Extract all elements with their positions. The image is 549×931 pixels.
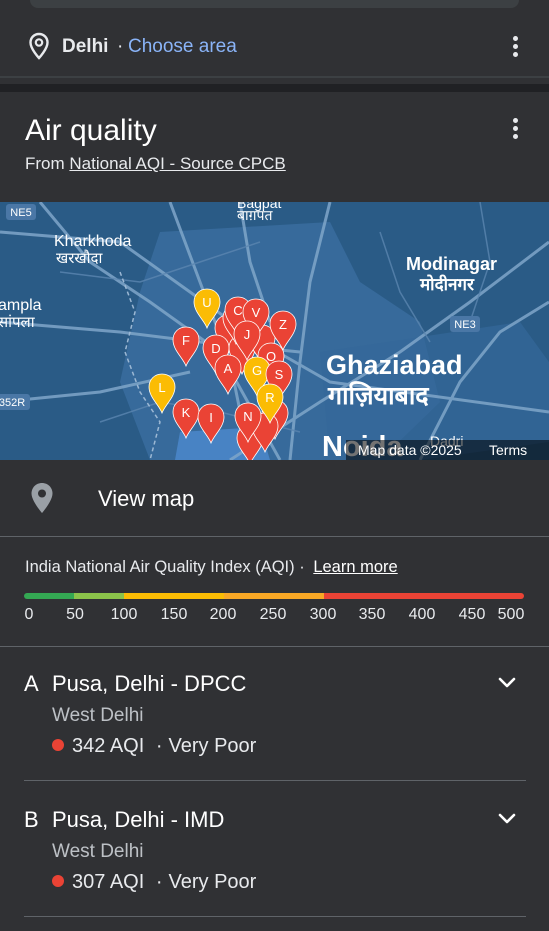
- aqi-tick-label: 350: [358, 606, 386, 623]
- status-separator: ·: [155, 735, 163, 757]
- map-label-kharkhoda-hi: खरखौदा: [56, 249, 104, 267]
- marker-letter: V: [252, 305, 261, 320]
- learn-more-link[interactable]: Learn more: [313, 558, 397, 576]
- map-label-kharkhoda: Kharkhoda: [54, 233, 131, 250]
- section-gap: [0, 84, 549, 92]
- scale-segment-good: [24, 593, 74, 599]
- card-title: Air quality: [25, 114, 157, 147]
- marker-letter: Z: [279, 317, 287, 332]
- marker-letter: S: [275, 367, 284, 382]
- map-terms-link[interactable]: Terms: [489, 442, 527, 458]
- map-label-ghaziabad-hi: गाज़ियाबाद: [327, 381, 429, 410]
- location-more-options-icon[interactable]: [513, 36, 519, 58]
- station-name: Pusa, Delhi - IMD: [52, 807, 225, 832]
- map-canvas[interactable]: NE5 NE3 352R Bagpat बाग़पत Kharkhoda खरख…: [0, 202, 549, 460]
- aqi-map[interactable]: NE5 NE3 352R Bagpat बाग़पत Kharkhoda खरख…: [0, 202, 549, 460]
- aqi-color-scale: [24, 593, 524, 599]
- station-status: 307 AQI · Very Poor: [52, 871, 256, 894]
- marker-letter: C: [233, 303, 242, 318]
- aqi-tick-label: 300: [309, 606, 337, 623]
- view-map-row[interactable]: View map: [0, 466, 549, 534]
- view-map-button[interactable]: View map: [98, 486, 194, 512]
- card-more-options-icon[interactable]: [513, 118, 519, 140]
- map-label-modinagar-hi: मोदीनगर: [419, 274, 475, 294]
- aqi-tick-label: 450: [458, 606, 486, 623]
- scale-segment-moderate: [124, 593, 224, 599]
- station-item-b[interactable]: B Pusa, Delhi - IMD West Delhi 307 AQI ·…: [0, 807, 549, 927]
- aqi-tick-label: 150: [160, 606, 188, 623]
- location-separator: ·: [117, 36, 124, 57]
- station-letter: B: [24, 807, 39, 832]
- aqi-scale-separator: ·: [299, 558, 305, 576]
- station-area: West Delhi: [52, 705, 144, 726]
- source-prefix: From: [25, 154, 70, 173]
- map-label-ghaziabad: Ghaziabad: [326, 350, 463, 380]
- previous-card-edge: [30, 0, 519, 8]
- marker-letter: L: [158, 380, 165, 395]
- station-aqi-category: Very Poor: [168, 871, 257, 893]
- aqi-tick-label: 50: [66, 606, 84, 623]
- marker-letter: D: [211, 341, 220, 356]
- divider: [24, 780, 526, 781]
- source-line: From National AQI - Source CPCB: [25, 154, 286, 174]
- station-name: Pusa, Delhi - DPCC: [52, 671, 247, 696]
- aqi-scale-title: India National Air Quality Index (AQI): [25, 558, 295, 576]
- marker-letter: J: [244, 327, 251, 342]
- marker-letter: R: [265, 390, 274, 405]
- aqi-tick-label: 0: [24, 606, 34, 623]
- station-status: 342 AQI · Very Poor: [52, 735, 256, 758]
- map-label-sampla: ampla: [0, 297, 42, 314]
- status-separator: ·: [155, 871, 163, 893]
- aqi-tick-label: 500: [497, 606, 525, 623]
- marker-letter: N: [243, 409, 252, 424]
- location-pin-icon: [29, 32, 49, 60]
- divider: [0, 536, 549, 537]
- aqi-status-dot: [52, 739, 64, 751]
- map-label-modinagar: Modinagar: [406, 254, 497, 274]
- source-link[interactable]: National AQI - Source CPCB: [69, 154, 285, 173]
- aqi-tick-label: 250: [259, 606, 287, 623]
- aqi-tick-label: 100: [110, 606, 138, 623]
- aqi-tick-label: 200: [209, 606, 237, 623]
- location-row: Delhi · Choose area: [0, 18, 549, 76]
- highway-352r-label: 352R: [0, 397, 25, 409]
- map-label-baghpat-hi: बाग़पत: [237, 207, 273, 223]
- aqi-scale-title-row: India National Air Quality Index (AQI) ·…: [25, 558, 398, 577]
- map-label-sampla-hi: सांपला: [0, 314, 36, 331]
- chevron-down-icon[interactable]: [498, 677, 516, 689]
- highway-ne5-label: NE5: [10, 207, 31, 219]
- scale-segment-poor: [224, 593, 324, 599]
- map-attribution: Map data ©2025: [358, 442, 462, 458]
- map-pin-icon: [31, 483, 53, 513]
- station-item-a[interactable]: A Pusa, Delhi - DPCC West Delhi 342 AQI …: [0, 671, 549, 791]
- divider: [24, 916, 526, 917]
- aqi-scale-ticks: 0 50 100 150 200 250 300 350 400 450 500: [0, 606, 549, 628]
- location-name: Delhi: [62, 36, 109, 57]
- scale-segment-very-poor: [324, 593, 524, 599]
- marker-letter: F: [182, 333, 190, 348]
- station-aqi-value: 307 AQI: [72, 871, 145, 893]
- station-aqi-category: Very Poor: [168, 735, 257, 757]
- scale-segment-satisfactory: [74, 593, 124, 599]
- station-area: West Delhi: [52, 841, 144, 862]
- choose-area-link[interactable]: Choose area: [128, 36, 237, 58]
- marker-letter: K: [182, 405, 191, 420]
- marker-letter: G: [252, 363, 262, 378]
- marker-letter: I: [209, 410, 213, 425]
- marker-letter: U: [202, 295, 211, 310]
- station-aqi-value: 342 AQI: [72, 735, 145, 757]
- aqi-tick-label: 400: [408, 606, 436, 623]
- divider: [0, 76, 549, 78]
- aqi-status-dot: [52, 875, 64, 887]
- marker-letter: A: [224, 361, 233, 376]
- chevron-down-icon[interactable]: [498, 813, 516, 825]
- divider: [0, 646, 549, 647]
- station-letter: A: [24, 671, 39, 696]
- highway-ne3-label: NE3: [454, 319, 475, 331]
